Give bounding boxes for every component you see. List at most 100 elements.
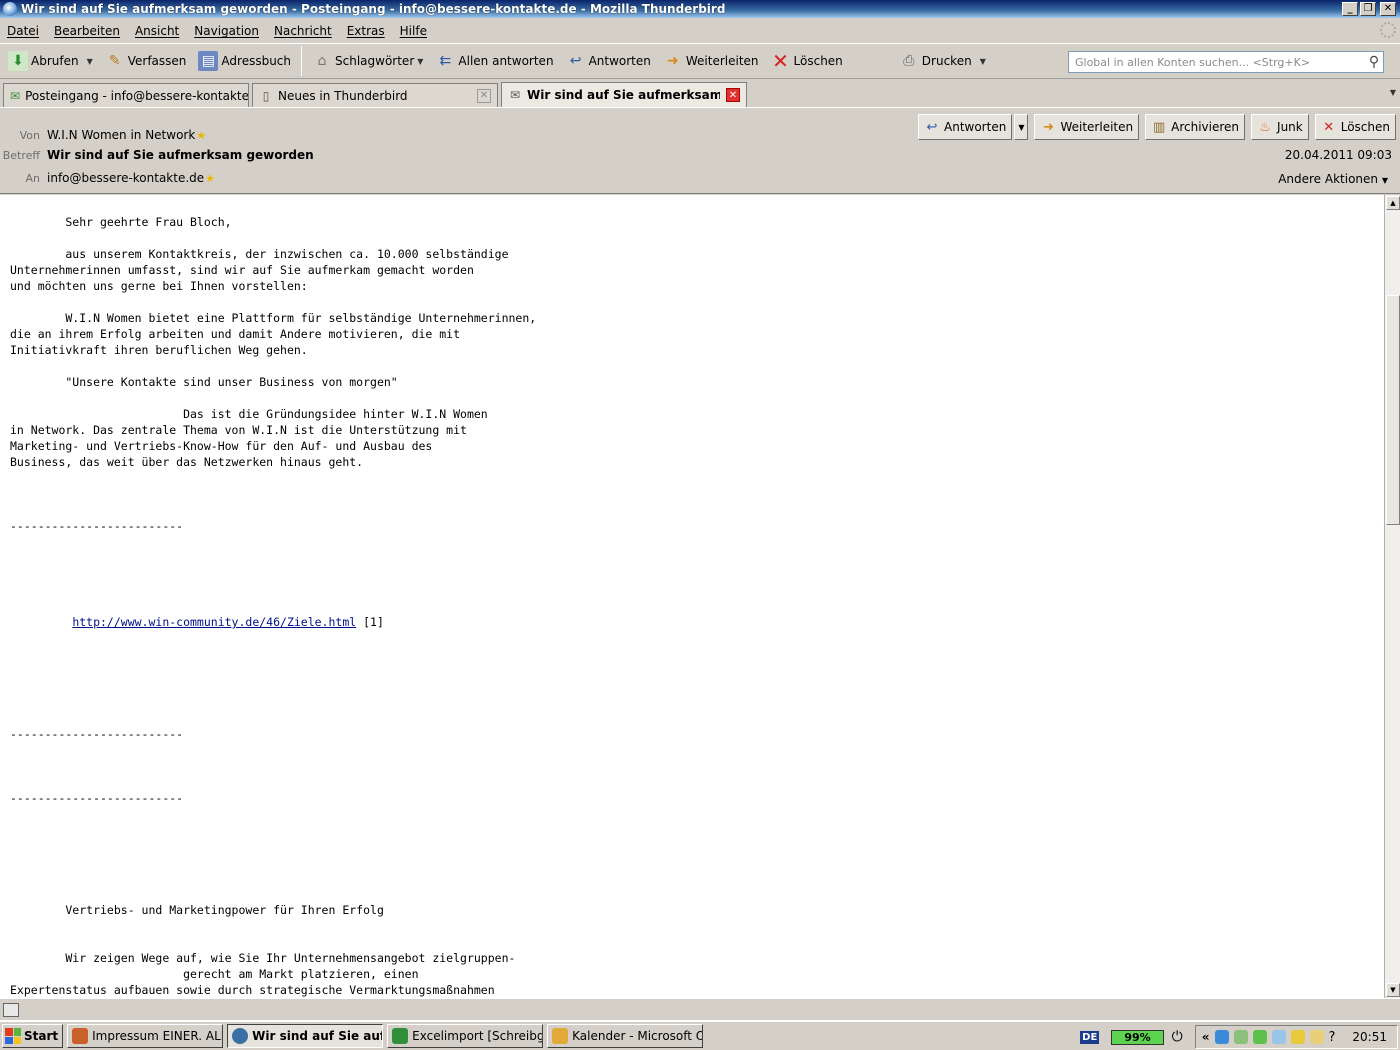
expand-tray-icon[interactable]: «: [1202, 1030, 1210, 1044]
sync-icon[interactable]: [1233, 1030, 1248, 1044]
reply-all-label: Allen antworten: [458, 54, 554, 68]
reply-all-icon: ⇇: [439, 53, 452, 69]
windows-logo-icon: [5, 1028, 21, 1044]
print-button[interactable]: ⎙ Drucken ▼: [895, 47, 990, 75]
help-icon[interactable]: ?: [1329, 1030, 1336, 1045]
battery-indicator[interactable]: 99%: [1111, 1029, 1164, 1045]
tab-list-dropdown-icon[interactable]: ▼: [1390, 88, 1396, 97]
to-value[interactable]: info@bessere-kontakte.de: [47, 171, 204, 185]
ziele-link[interactable]: http://www.win-community.de/46/Ziele.htm…: [72, 615, 356, 629]
address-book-icon: ▤: [198, 51, 219, 71]
message-body: Sehr geehrte Frau Bloch, aus unserem Kon…: [0, 195, 1384, 998]
reply-icon: ↩: [569, 53, 582, 69]
throbber-icon: [1380, 22, 1396, 38]
forward-button[interactable]: ➜ Weiterleiten: [659, 47, 763, 75]
forward-icon: ➜: [1043, 119, 1054, 135]
language-indicator[interactable]: DE: [1080, 1030, 1100, 1044]
flame-icon: ♨: [1259, 119, 1271, 135]
menu-extras[interactable]: Extras: [347, 24, 385, 38]
global-search-input[interactable]: [1075, 55, 1365, 69]
other-actions-menu[interactable]: Andere Aktionen ▼: [1278, 172, 1388, 186]
message-text: Sehr geehrte Frau Bloch, aus unserem Kon…: [0, 195, 1384, 998]
online-status-icon[interactable]: [3, 1002, 19, 1017]
taskbar-item-impressum[interactable]: Impressum EINER. ALLE....: [67, 1024, 224, 1048]
reply-button[interactable]: ↩ Antworten: [562, 47, 655, 75]
security-icon[interactable]: [1252, 1030, 1267, 1044]
paragraph-2: W.I.N Women bietet eine Plattform für se…: [10, 311, 537, 357]
chevron-down-icon[interactable]: ▼: [980, 57, 986, 66]
paragraph-1: aus unserem Kontaktkreis, der inzwischen…: [10, 247, 509, 293]
quote: "Unsere Kontakte sind unser Business von…: [10, 375, 398, 389]
address-book-button[interactable]: ▤ Adressbuch: [194, 47, 295, 75]
close-tab-icon[interactable]: ✕: [477, 88, 491, 103]
reply-all-button[interactable]: ⇇ Allen antworten: [431, 47, 557, 75]
tab-bar: ✉ Posteingang - info@bessere-kontakte.de…: [0, 81, 1400, 108]
compose-icon: ✎: [108, 53, 121, 69]
menu-hilfe[interactable]: Hilfe: [400, 24, 427, 38]
taskbar-item-outlook[interactable]: Kalender - Microsoft Outl...: [547, 1024, 704, 1048]
download-icon: ⬇: [8, 51, 28, 71]
clock[interactable]: 20:51: [1352, 1030, 1387, 1044]
scroll-thumb[interactable]: [1386, 295, 1400, 525]
archive-icon: ▥: [1152, 119, 1166, 135]
reply-dropdown-button[interactable]: ▼: [1014, 114, 1029, 140]
chevron-down-icon[interactable]: ▼: [417, 57, 423, 66]
star-icon[interactable]: ★: [205, 172, 215, 185]
delete-button[interactable]: ✕ Löschen: [767, 47, 847, 75]
menu-navigation[interactable]: Navigation: [194, 24, 259, 38]
menu-nachricht[interactable]: Nachricht: [274, 24, 332, 38]
menu-bearbeiten[interactable]: Bearbeiten: [54, 24, 120, 38]
header-archive-button[interactable]: ▥ Archivieren: [1145, 114, 1246, 140]
menu-datei[interactable]: Datei: [7, 24, 39, 38]
close-button[interactable]: ✕: [1380, 2, 1396, 16]
power-plug-icon[interactable]: ⏻: [1172, 1029, 1183, 1045]
network-icon[interactable]: [1214, 1030, 1229, 1044]
restore-button[interactable]: ❐: [1360, 2, 1376, 16]
printer-icon: ⎙: [903, 53, 915, 69]
close-tab-icon[interactable]: ✕: [726, 88, 740, 102]
message-header: Von W.I.N Women in Network ★ Betreff Wir…: [0, 110, 1400, 194]
from-value[interactable]: W.I.N Women in Network: [47, 128, 195, 142]
bluetooth-icon[interactable]: [1271, 1030, 1286, 1044]
task-label: Excelimport [Schreibges...: [412, 1029, 542, 1043]
header-reply-button[interactable]: ↩ Antworten: [918, 114, 1013, 140]
tags-button[interactable]: ⌂ Schlagwörter ▼: [308, 47, 427, 75]
messenger-icon[interactable]: [1290, 1030, 1305, 1044]
calendar-icon: [552, 1028, 569, 1044]
tab-inbox[interactable]: ✉ Posteingang - info@bessere-kontakte.de: [3, 83, 249, 107]
windows-taskbar: Start Impressum EINER. ALLE.... Wir sind…: [0, 1020, 1400, 1050]
tab-whats-new[interactable]: ▯ Neues in Thunderbird ✕: [252, 83, 498, 107]
scroll-down-icon[interactable]: ▼: [1386, 983, 1400, 997]
thunderbird-window: Wir sind auf Sie aufmerksam geworden - P…: [0, 0, 1400, 1050]
minimize-button[interactable]: _: [1342, 2, 1358, 16]
get-mail-label: Abrufen: [31, 54, 79, 68]
taskbar-item-excel[interactable]: Excelimport [Schreibges...: [387, 1024, 544, 1048]
star-icon[interactable]: ★: [196, 129, 206, 142]
chevron-down-icon[interactable]: ▼: [87, 57, 93, 66]
delete-label: Löschen: [793, 54, 843, 68]
notification-area: « ? 20:51: [1194, 1025, 1398, 1049]
taskbar-item-thunderbird[interactable]: Wir sind auf Sie aufm...: [227, 1024, 384, 1048]
scroll-up-icon[interactable]: ▲: [1386, 196, 1400, 210]
header-archive-label: Archivieren: [1171, 120, 1240, 134]
header-forward-button[interactable]: ➜ Weiterleiten: [1034, 114, 1140, 140]
menu-ansicht[interactable]: Ansicht: [135, 24, 179, 38]
search-icon[interactable]: ⚲: [1365, 53, 1383, 71]
updates-icon[interactable]: [1309, 1030, 1324, 1044]
task-label: Kalender - Microsoft Outl...: [572, 1029, 702, 1043]
to-row: An info@bessere-kontakte.de ★: [0, 171, 216, 185]
title-bar[interactable]: Wir sind auf Sie aufmerksam geworden - P…: [0, 0, 1400, 18]
tab-message[interactable]: ✉ Wir sind auf Sie aufmerksam gew... ✕: [501, 82, 747, 107]
chevron-down-icon: ▼: [1381, 176, 1388, 185]
header-junk-button[interactable]: ♨ Junk: [1251, 114, 1309, 140]
header-forward-label: Weiterleiten: [1060, 120, 1134, 134]
vertical-scrollbar[interactable]: ▲ ▼: [1384, 195, 1400, 998]
main-toolbar: ⬇ Abrufen ▼ ✎ Verfassen ▤ Adressbuch ⌂ S…: [0, 43, 1400, 79]
to-label: An: [25, 171, 41, 185]
other-actions-label: Andere Aktionen: [1278, 172, 1379, 186]
get-mail-button[interactable]: ⬇ Abrufen ▼: [4, 47, 97, 75]
start-button[interactable]: Start: [2, 1024, 64, 1048]
compose-button[interactable]: ✎ Verfassen: [101, 47, 191, 75]
tag-icon: ⌂: [317, 53, 327, 69]
header-delete-button[interactable]: ✕ Löschen: [1314, 114, 1396, 140]
